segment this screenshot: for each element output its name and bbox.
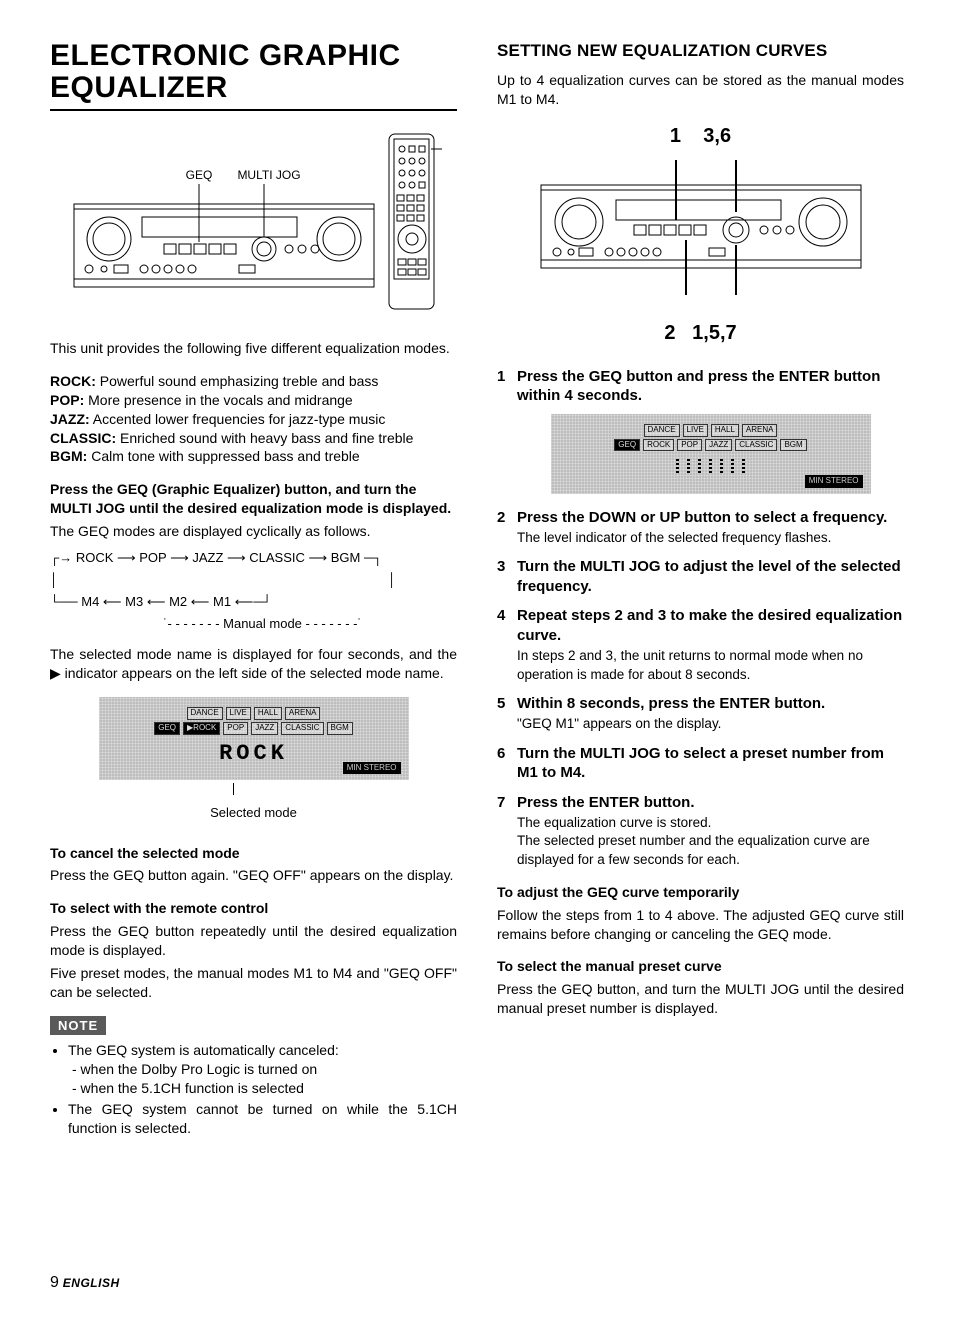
label-multijog: MULTI JOG [237,168,300,182]
label-geq: GEQ [185,168,212,182]
page-footer: 9 ENGLISH [50,1272,904,1294]
step-3: Turn the MULTI JOG to adjust the level o… [497,557,904,596]
selected-caption: Selected mode [50,786,457,821]
step-5: Within 8 seconds, press the ENTER button… [497,694,904,734]
steps-list: Press the GEQ button and press the ENTER… [497,367,904,869]
right-column: SETTING NEW EQUALIZATION CURVES Up to 4 … [497,40,904,1152]
display-screenshot-2: DANCELIVEHALLARENA GEQ ROCKPOPJAZZCLASSI… [551,414,871,494]
main-title: ELECTRONIC GRAPHIC EQUALIZER [50,40,457,103]
sel-body: Press the GEQ button, and turn the MULTI… [497,980,904,1018]
receiver-diagram-2 [497,160,904,300]
display-screenshot-1: DANCELIVEHALLARENA GEQ ▶ROCKPOPJAZZCLASS… [99,697,409,780]
cycle-diagram: ┌→ ROCK ⟶ POP ⟶ JAZZ ⟶ CLASSIC ⟶ BGM ─┐ … [50,547,457,635]
instruction-after: The GEQ modes are displayed cyclically a… [50,522,457,541]
remote-body1: Press the GEQ button repeatedly until th… [50,922,457,960]
step-7: Press the ENTER button. The equalization… [497,793,904,869]
note-label: NOTE [50,1016,106,1036]
remote-head: To select with the remote control [50,900,268,916]
step-4: Repeat steps 2 and 3 to make the desired… [497,606,904,683]
modes-list: ROCK: Powerful sound emphasizing treble … [50,372,457,466]
diag-bottom-labels: 2 1,5,7 [497,320,904,347]
title-rule [50,109,457,111]
instruction-bold: Press the GEQ (Graphic Equalizer) button… [50,481,451,516]
left-column: ELECTRONIC GRAPHIC EQUALIZER [50,40,457,1152]
right-title: SETTING NEW EQUALIZATION CURVES [497,40,904,63]
selected-para: The selected mode name is displayed for … [50,645,457,683]
adj-body: Follow the steps from 1 to 4 above. The … [497,906,904,944]
cancel-head: To cancel the selected mode [50,845,240,861]
remote-body2: Five preset modes, the manual modes M1 t… [50,964,457,1002]
note-list: The GEQ system is automatically canceled… [50,1041,457,1137]
diag-top-labels: 1 3,6 [497,123,904,150]
intro-text: This unit provides the following five di… [50,339,457,358]
step-1: Press the GEQ button and press the ENTER… [497,367,904,494]
step-6: Turn the MULTI JOG to select a preset nu… [497,744,904,783]
cancel-body: Press the GEQ button again. "GEQ OFF" ap… [50,866,457,885]
receiver-diagram: GEQ MULTI JOG [50,129,457,319]
sel-head: To select the manual preset curve [497,958,722,974]
adj-head: To adjust the GEQ curve temporarily [497,884,739,900]
step-2: Press the DOWN or UP button to select a … [497,508,904,548]
right-intro: Up to 4 equalization curves can be store… [497,71,904,109]
